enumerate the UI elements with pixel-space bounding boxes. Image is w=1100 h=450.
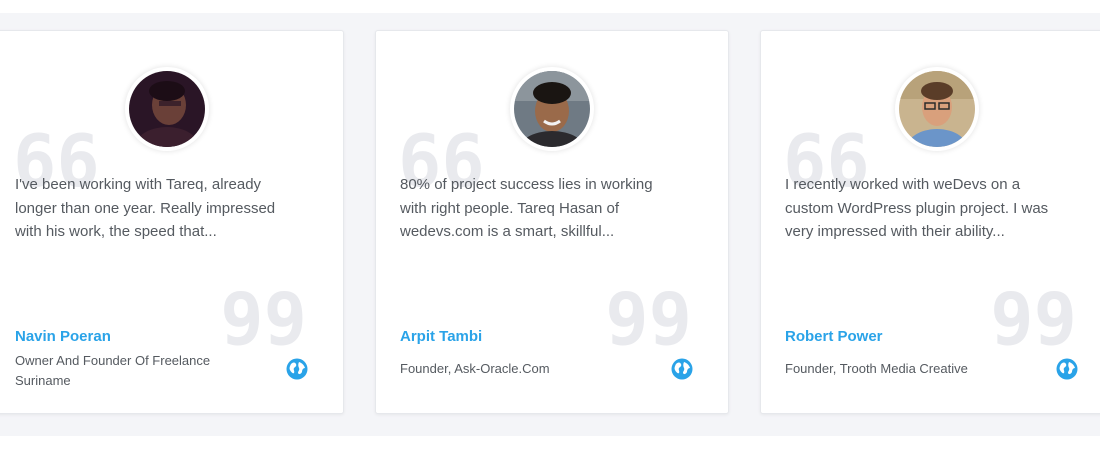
testimonial-card: 66 I've been working with Tareq, already… <box>0 30 344 414</box>
testimonial-card: 66 80% of project success lies in workin… <box>375 30 729 414</box>
avatar <box>129 71 205 147</box>
quote-close-icon: 99 <box>990 277 1077 361</box>
globe-icon[interactable] <box>286 358 308 380</box>
quote-close-icon: 99 <box>605 277 692 361</box>
author-name-link[interactable]: Navin Poeran <box>15 328 111 345</box>
author-name-link[interactable]: Arpit Tambi <box>400 328 482 345</box>
author-role: Founder, Ask-Oracle.Com <box>400 361 550 376</box>
avatar-frame <box>510 67 594 151</box>
author-role: Founder, Trooth Media Creative <box>785 361 968 376</box>
testimonial-text: I recently worked with weDevs on a custo… <box>785 176 1049 240</box>
testimonial-text: 80% of project success lies in working w… <box>400 176 653 240</box>
quote-close-icon: 99 <box>220 277 307 361</box>
avatar <box>514 71 590 147</box>
author-name-link[interactable]: Robert Power <box>785 328 883 345</box>
testimonial-card: 66 I recently worked with weDevs on a cu… <box>760 30 1100 414</box>
avatar-frame <box>125 67 209 151</box>
avatar <box>899 71 975 147</box>
avatar-frame <box>895 67 979 151</box>
globe-icon[interactable] <box>1056 358 1078 380</box>
globe-icon[interactable] <box>671 358 693 380</box>
testimonial-text: I've been working with Tareq, already lo… <box>15 176 276 240</box>
author-role: Owner And Founder Of Freelance Suriname <box>15 353 211 388</box>
